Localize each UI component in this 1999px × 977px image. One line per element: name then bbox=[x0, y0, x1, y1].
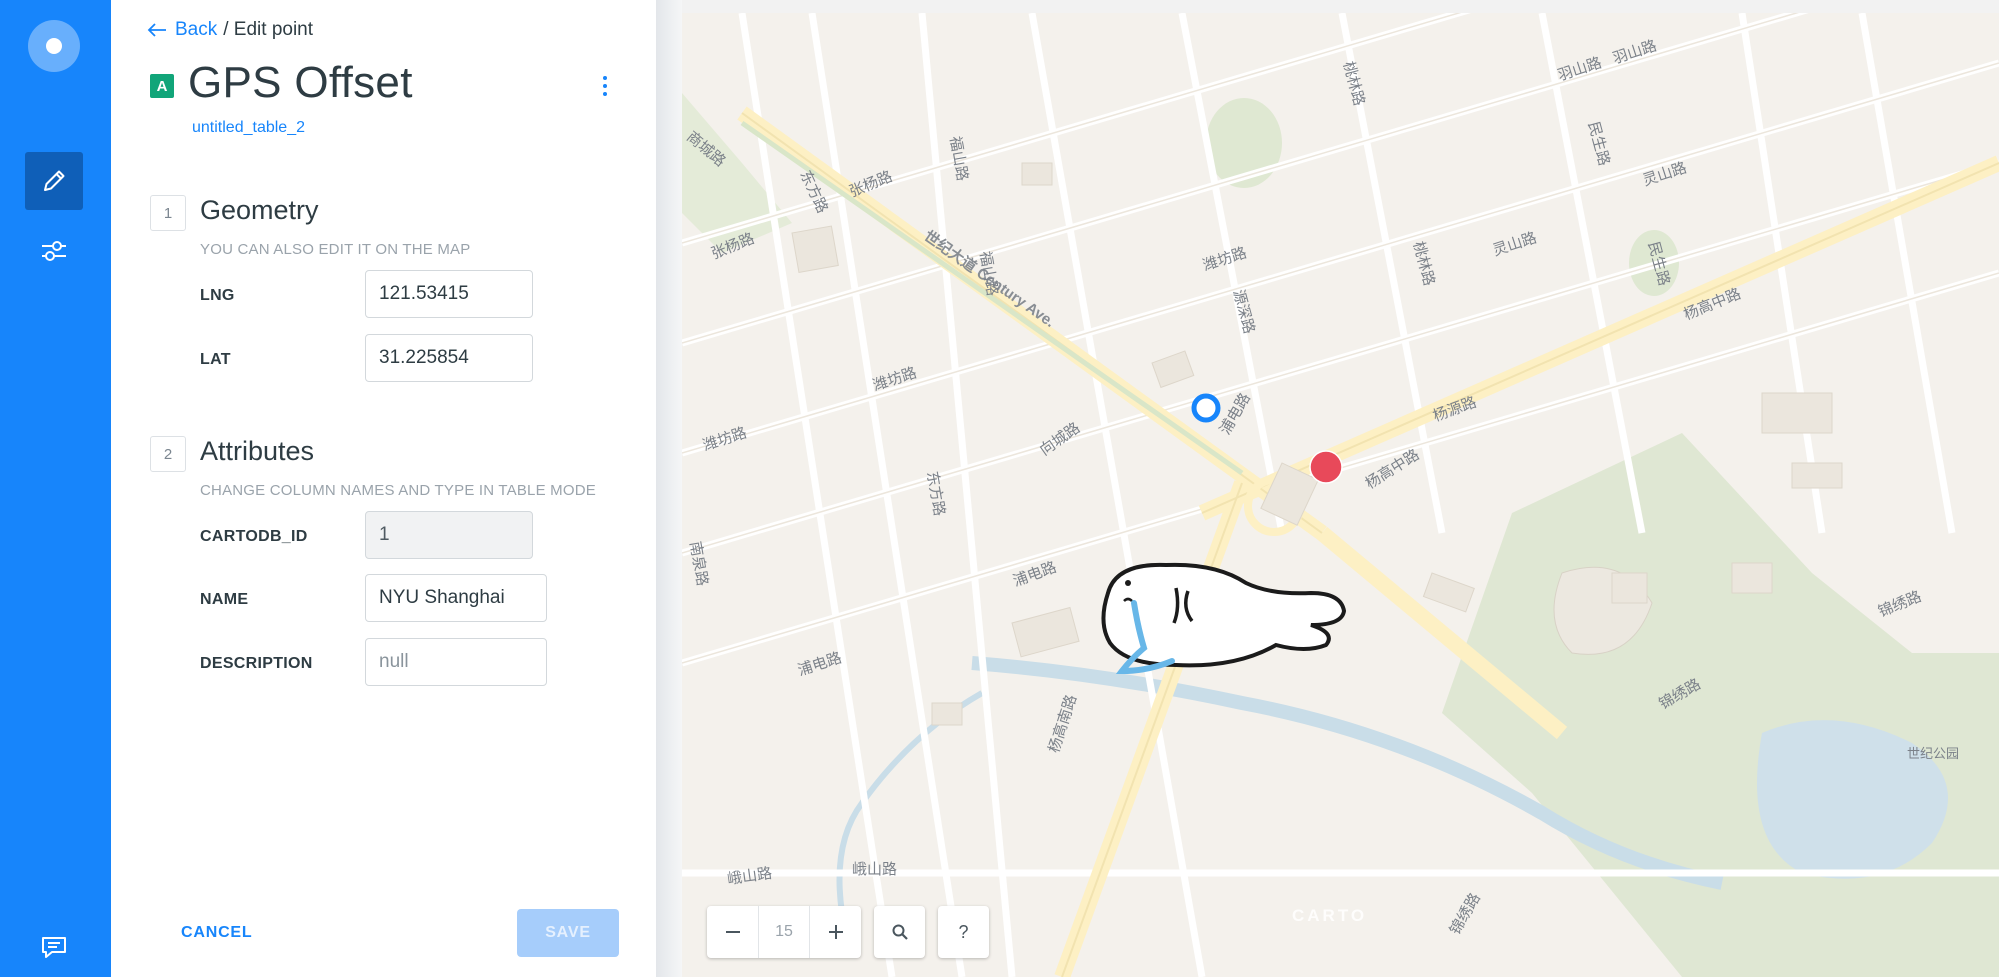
section-title-attributes: Attributes bbox=[200, 436, 315, 466]
sliders-icon bbox=[42, 241, 66, 261]
layer-style-button[interactable] bbox=[36, 236, 72, 266]
dataset-link[interactable]: untitled_table_2 bbox=[192, 119, 305, 137]
lng-label: LNG bbox=[200, 287, 235, 304]
back-label[interactable]: Back bbox=[175, 19, 217, 41]
chat-icon bbox=[42, 937, 66, 958]
cancel-button[interactable]: CANCEL bbox=[181, 924, 252, 942]
page-title: GPS Offset bbox=[188, 58, 413, 107]
name-label: NAME bbox=[200, 591, 249, 608]
map-search-button-inner[interactable] bbox=[874, 906, 925, 958]
save-button[interactable]: SAVE bbox=[517, 909, 619, 957]
panel-divider bbox=[656, 0, 682, 977]
map-help-button[interactable]: ? bbox=[938, 906, 989, 958]
lng-input[interactable]: 121.53415 bbox=[365, 270, 533, 318]
map-canvas[interactable]: 世纪大道 Century Ave. 杨高中路 杨高中路 杨高南路 潍坊路 潍坊路… bbox=[682, 13, 1999, 977]
attributes-hint: CHANGE COLUMN NAMES AND TYPE IN TABLE MO… bbox=[200, 482, 596, 499]
breadcrumb: Back / Edit point bbox=[147, 19, 313, 41]
pencil-icon bbox=[44, 170, 65, 191]
map-search-button[interactable] bbox=[874, 906, 925, 958]
logo-icon[interactable] bbox=[28, 20, 80, 72]
original-point-marker[interactable] bbox=[1188, 390, 1224, 426]
options-menu-button[interactable] bbox=[600, 76, 610, 102]
feedback-button[interactable] bbox=[38, 934, 70, 960]
section-number-geometry: 1 bbox=[150, 195, 186, 231]
lat-input[interactable]: 31.225854 bbox=[365, 334, 533, 382]
geometry-hint: YOU CAN ALSO EDIT IT ON THE MAP bbox=[200, 241, 471, 258]
minus-icon bbox=[725, 931, 740, 933]
back-link[interactable]: Back bbox=[147, 19, 217, 41]
map-basemap bbox=[682, 13, 1999, 977]
arrow-left-icon bbox=[147, 23, 166, 37]
search-icon bbox=[892, 924, 908, 940]
zoom-in-button[interactable] bbox=[810, 906, 861, 958]
lat-label: LAT bbox=[200, 351, 231, 368]
section-number-attributes: 2 bbox=[150, 436, 186, 472]
help-label[interactable]: ? bbox=[938, 906, 989, 958]
name-input[interactable]: NYU Shanghai bbox=[365, 574, 547, 622]
doodle-drawing bbox=[1101, 562, 1347, 675]
description-input[interactable]: null bbox=[365, 638, 547, 686]
layer-header: A GPS Offset bbox=[150, 58, 413, 108]
cartodb-id-label: CARTODB_ID bbox=[200, 528, 308, 545]
description-label: DESCRIPTION bbox=[200, 655, 313, 672]
zoom-level-readout: 15 bbox=[758, 906, 810, 958]
layer-letter-badge: A bbox=[150, 74, 174, 98]
map-attribution[interactable]: CARTO bbox=[1292, 906, 1367, 926]
edit-point-marker[interactable] bbox=[1308, 449, 1344, 485]
map-label-century-park: 世纪公园 bbox=[1907, 746, 1960, 761]
app-rail bbox=[0, 0, 111, 977]
kebab-icon bbox=[600, 76, 610, 96]
edit-mode-button[interactable] bbox=[25, 152, 83, 210]
zoom-control: 15 bbox=[707, 906, 861, 958]
map-label-emei-2: 峨山路 bbox=[852, 861, 898, 878]
breadcrumb-current: / Edit point bbox=[223, 19, 314, 40]
zoom-out-button[interactable] bbox=[707, 906, 758, 958]
cartodb-id-input: 1 bbox=[365, 511, 533, 559]
plus-icon bbox=[828, 925, 843, 939]
section-title-geometry: Geometry bbox=[200, 195, 319, 225]
